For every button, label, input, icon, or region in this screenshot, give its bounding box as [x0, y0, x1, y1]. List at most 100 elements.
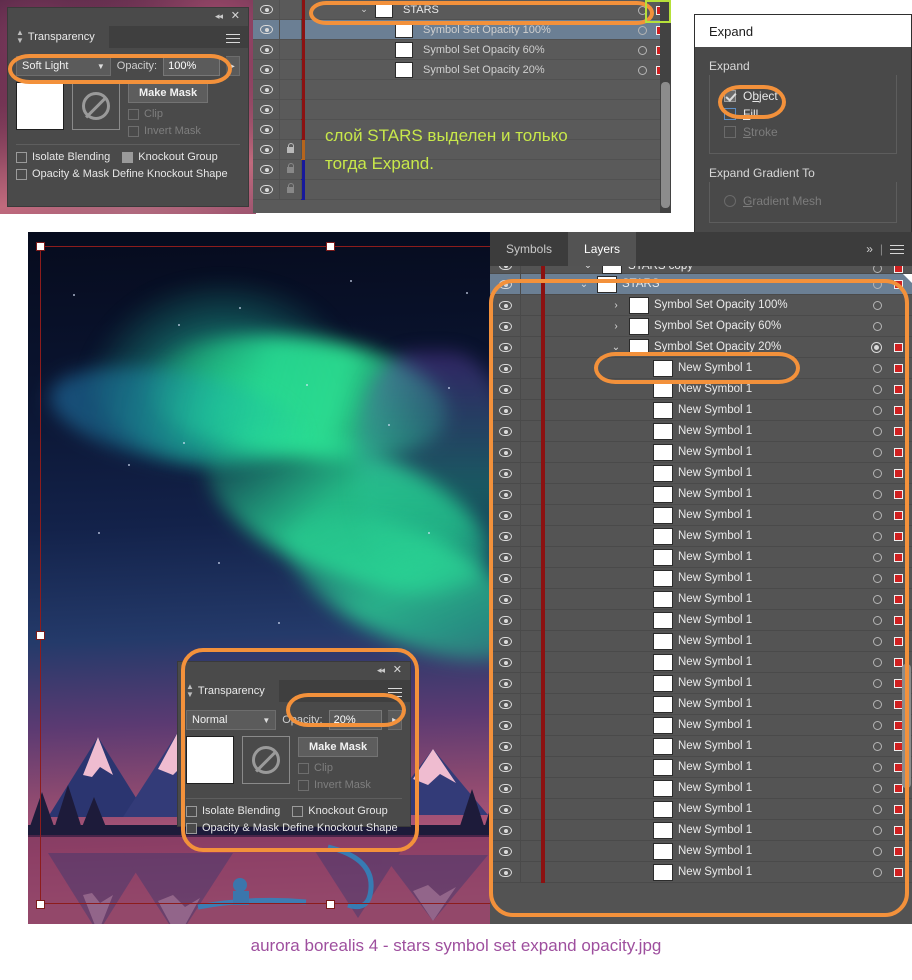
blend-mode-select-bottom[interactable]: Normal ▼ [186, 710, 276, 730]
layer-thumbnail[interactable] [395, 42, 413, 58]
target-icon[interactable] [873, 469, 882, 478]
table-row[interactable]: New Symbol 1 [490, 715, 912, 736]
layers-list-main[interactable]: ⌄ STARS copy ⌄STARS›Symbol Set Opacity 1… [490, 266, 912, 924]
visibility-toggle[interactable] [490, 742, 520, 751]
table-row[interactable]: Symbol Set Opacity 20% [253, 60, 671, 80]
visibility-toggle[interactable] [490, 266, 520, 270]
table-row[interactable]: New Symbol 1 [490, 694, 912, 715]
table-row[interactable]: New Symbol 1 [490, 505, 912, 526]
table-row[interactable]: New Symbol 1 [490, 736, 912, 757]
visibility-toggle[interactable] [490, 280, 520, 289]
blend-mode-select[interactable]: Soft Light ▼ [16, 56, 111, 76]
selection-color-swatch[interactable] [894, 595, 903, 604]
double-chevron-right-icon[interactable]: » [866, 242, 873, 256]
opacity-stepper[interactable]: ▸ [226, 56, 241, 76]
chevron-right-icon[interactable]: › [608, 300, 624, 311]
target-icon[interactable] [873, 847, 882, 856]
visibility-toggle[interactable] [253, 5, 279, 14]
table-row[interactable]: New Symbol 1 [490, 400, 912, 421]
visibility-toggle[interactable] [490, 826, 520, 835]
visibility-toggle[interactable] [253, 45, 279, 54]
visibility-toggle[interactable] [253, 165, 279, 174]
target-icon[interactable] [873, 763, 882, 772]
table-row-partial[interactable]: ⌄ STARS copy [490, 266, 912, 274]
selection-color-swatch[interactable] [894, 280, 903, 289]
layer-thumbnail[interactable] [653, 402, 673, 419]
target-icon[interactable] [873, 742, 882, 751]
target-icon[interactable] [873, 784, 882, 793]
panel-menu-icon[interactable] [226, 31, 240, 46]
table-row[interactable]: ⌄Symbol Set Opacity 20% [490, 337, 912, 358]
layer-thumbnail[interactable] [653, 780, 673, 797]
table-row[interactable] [253, 100, 671, 120]
layer-thumbnail[interactable] [653, 381, 673, 398]
chevron-right-icon[interactable]: › [608, 321, 624, 332]
target-icon[interactable] [638, 66, 647, 75]
table-row[interactable]: New Symbol 1 [490, 442, 912, 463]
layer-thumbnail[interactable] [653, 759, 673, 776]
visibility-toggle[interactable] [490, 805, 520, 814]
table-row[interactable]: New Symbol 1 [490, 610, 912, 631]
table-row[interactable]: New Symbol 1 [490, 778, 912, 799]
selection-handle-bottom-center[interactable] [326, 900, 335, 909]
opacity-stepper-bottom[interactable]: ▸ [388, 710, 402, 730]
make-mask-button-bottom[interactable]: Make Mask [298, 737, 378, 757]
lock-toggle[interactable] [279, 187, 301, 193]
table-row[interactable]: New Symbol 1 [490, 589, 912, 610]
selection-color-swatch[interactable] [894, 805, 903, 814]
layer-thumbnail[interactable] [653, 675, 673, 692]
selection-color-swatch[interactable] [894, 532, 903, 541]
visibility-toggle[interactable] [490, 511, 520, 520]
opacity-mask-knockout-checkbox-bottom[interactable]: Opacity & Mask Define Knockout Shape [186, 822, 402, 834]
selection-color-swatch[interactable] [894, 637, 903, 646]
table-row[interactable]: Symbol Set Opacity 100% [253, 20, 671, 40]
chevron-down-icon[interactable]: ⌄ [357, 4, 371, 15]
selection-color-swatch[interactable] [894, 406, 903, 415]
collapse-icon[interactable]: ◂◂ [377, 665, 384, 676]
selection-handle-top-left[interactable] [36, 242, 45, 251]
table-row[interactable]: New Symbol 1 [490, 652, 912, 673]
layer-thumbnail[interactable] [653, 864, 673, 881]
table-row[interactable]: New Symbol 1 [490, 484, 912, 505]
visibility-toggle[interactable] [490, 679, 520, 688]
tab-symbols[interactable]: Symbols [490, 232, 568, 266]
visibility-toggle[interactable] [253, 65, 279, 74]
opacity-input[interactable]: 100% [163, 56, 219, 76]
selection-handle-middle-left[interactable] [36, 631, 45, 640]
collapse-icon[interactable]: ◂◂ [215, 11, 222, 22]
layers-scrollbar-thumb-top[interactable] [661, 82, 670, 208]
table-row[interactable]: New Symbol 1 [490, 463, 912, 484]
artwork-thumbnail-bottom[interactable] [186, 736, 234, 784]
selection-color-swatch[interactable] [894, 511, 903, 520]
visibility-toggle[interactable] [490, 784, 520, 793]
table-row[interactable]: New Symbol 1 [490, 673, 912, 694]
visibility-toggle[interactable] [253, 25, 279, 34]
visibility-toggle[interactable] [253, 185, 279, 194]
layers-scrollbar-track-top[interactable] [660, 0, 671, 213]
chevron-down-icon[interactable]: ⌄ [608, 342, 624, 353]
target-icon[interactable] [873, 364, 882, 373]
visibility-toggle[interactable] [490, 532, 520, 541]
visibility-toggle[interactable] [490, 616, 520, 625]
selection-color-swatch[interactable] [894, 385, 903, 394]
chevron-down-icon[interactable]: ⌄ [576, 279, 592, 290]
table-row[interactable]: New Symbol 1 [490, 862, 912, 883]
layer-thumbnail[interactable] [395, 22, 413, 38]
layer-thumbnail[interactable] [597, 276, 617, 293]
target-icon[interactable] [873, 322, 882, 331]
layer-thumbnail[interactable] [629, 318, 649, 335]
target-icon[interactable] [873, 553, 882, 562]
target-icon[interactable] [873, 595, 882, 604]
target-icon[interactable] [638, 46, 647, 55]
layer-thumbnail[interactable] [653, 654, 673, 671]
visibility-toggle[interactable] [490, 343, 520, 352]
artwork-thumbnail[interactable] [16, 82, 64, 130]
layer-thumbnail[interactable] [653, 444, 673, 461]
visibility-toggle[interactable] [490, 700, 520, 709]
visibility-toggle[interactable] [490, 658, 520, 667]
layer-thumbnail[interactable] [653, 822, 673, 839]
visibility-toggle[interactable] [490, 406, 520, 415]
target-icon[interactable] [873, 637, 882, 646]
mask-thumbnail[interactable] [72, 82, 120, 130]
table-row[interactable]: ›Symbol Set Opacity 60% [490, 316, 912, 337]
